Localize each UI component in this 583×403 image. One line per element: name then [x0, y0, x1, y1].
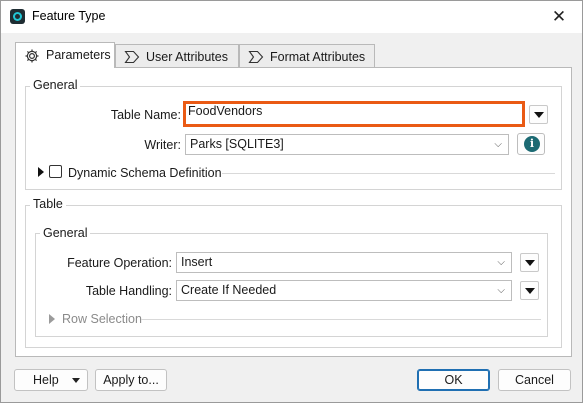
feature-operation-value: Insert: [181, 255, 213, 269]
tab-user-attributes-label: User Attributes: [146, 50, 228, 64]
row-selection-divider: [141, 319, 541, 320]
feature-operation-menu-button[interactable]: [520, 253, 539, 272]
caret-down-icon: [525, 288, 535, 294]
caret-down-icon: [534, 112, 544, 118]
apply-to-button[interactable]: Apply to...: [95, 369, 167, 391]
window-title: Feature Type: [32, 9, 106, 23]
dynamic-schema-expander-icon[interactable]: [38, 167, 44, 177]
table-group-title: Table: [30, 197, 66, 211]
title-bar: Feature Type ✕: [1, 1, 582, 33]
tab-parameters-label: Parameters: [46, 48, 111, 62]
tab-format-attributes-label: Format Attributes: [270, 50, 366, 64]
tab-format-attributes[interactable]: Format Attributes: [239, 44, 375, 68]
tab-parameters[interactable]: Parameters: [15, 42, 115, 68]
caret-down-icon: [72, 378, 80, 383]
parameters-panel: General Table Name: FoodVendors Writer: …: [15, 67, 572, 357]
chevron-down-icon: ⌵: [497, 257, 505, 268]
dynamic-schema-divider: [222, 173, 555, 174]
feature-type-dialog: Feature Type ✕ Parameters User Attribute…: [0, 0, 583, 403]
chevron-tag-icon: [248, 50, 264, 64]
gear-icon: [25, 49, 39, 63]
cancel-button[interactable]: Cancel: [498, 369, 571, 391]
feature-operation-select[interactable]: Insert ⌵: [176, 252, 512, 273]
table-name-input[interactable]: FoodVendors: [183, 101, 525, 127]
chevron-down-icon: ⌵: [494, 139, 502, 150]
table-general-group-title: General: [40, 226, 91, 240]
row-selection-expander-icon[interactable]: [49, 314, 55, 324]
writer-select-value: Parks [SQLITE3]: [190, 137, 284, 151]
feature-operation-label: Feature Operation:: [67, 256, 172, 270]
chevron-tag-icon: [124, 50, 140, 64]
caret-down-icon: [525, 260, 535, 266]
table-handling-menu-button[interactable]: [520, 281, 539, 300]
tab-user-attributes[interactable]: User Attributes: [115, 44, 239, 68]
app-icon: [10, 9, 25, 24]
writer-info-button[interactable]: i: [517, 133, 545, 155]
row-selection-label: Row Selection: [62, 312, 142, 326]
ok-button[interactable]: OK: [417, 369, 490, 391]
help-button[interactable]: Help: [14, 369, 88, 391]
table-handling-label: Table Handling:: [85, 284, 172, 298]
general-group-title: General: [30, 78, 81, 92]
dynamic-schema-checkbox[interactable]: [49, 165, 62, 178]
table-handling-select[interactable]: Create If Needed ⌵: [176, 280, 512, 301]
table-handling-value: Create If Needed: [181, 283, 277, 297]
writer-select[interactable]: Parks [SQLITE3] ⌵: [185, 134, 509, 155]
dynamic-schema-label: Dynamic Schema Definition: [68, 166, 222, 180]
table-name-label: Table Name:: [110, 108, 181, 122]
close-button[interactable]: ✕: [536, 1, 582, 33]
chevron-down-icon: ⌵: [497, 285, 505, 296]
table-name-menu-button[interactable]: [529, 105, 548, 124]
writer-label: Writer:: [144, 138, 181, 152]
info-icon: i: [524, 136, 540, 152]
help-button-label: Help: [33, 373, 59, 387]
